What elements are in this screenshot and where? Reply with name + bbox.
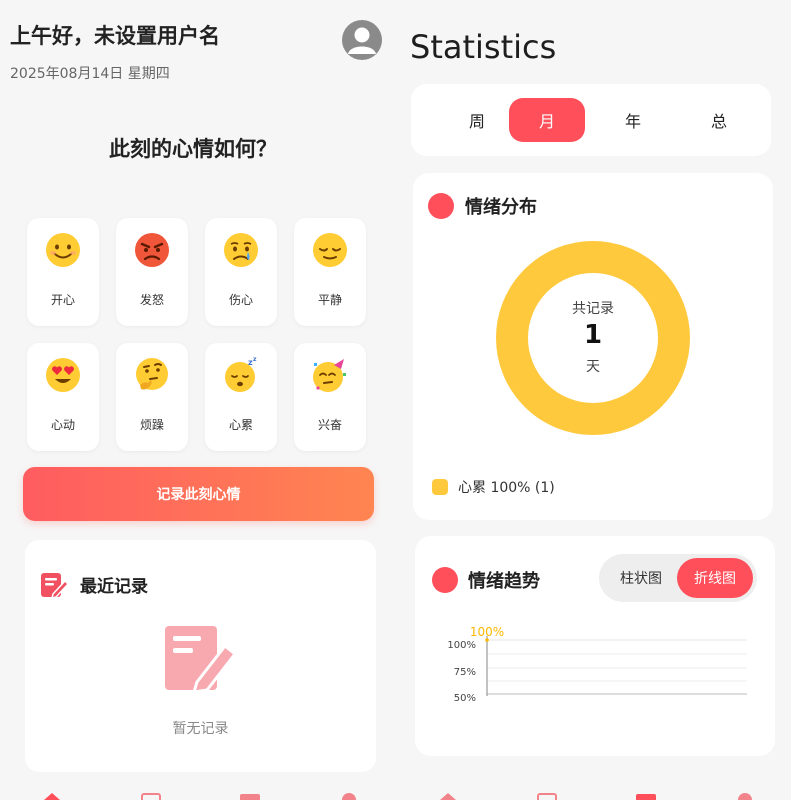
thinking-emoji-icon — [116, 355, 188, 399]
distribution-title: 情绪分布 — [465, 197, 537, 218]
bottom-nav — [0, 782, 396, 800]
sad-emoji-icon — [205, 230, 277, 274]
period-month-button[interactable]: 月 — [509, 98, 585, 142]
legend-swatch — [432, 479, 448, 495]
greeting-text: 上午好，未设置用户名 — [10, 24, 220, 48]
happy-emoji-icon — [27, 230, 99, 274]
trend-line-chart: 100% 75% 50% 100% — [447, 625, 747, 704]
note-edit-icon — [39, 570, 70, 604]
page-title: Statistics — [410, 28, 557, 66]
recent-records-title: 最近记录 — [80, 577, 148, 597]
mood-question: 此刻的心情如何？ — [109, 137, 277, 161]
y-tick-100: 100% — [447, 640, 476, 651]
settings-tab-icon[interactable] — [738, 793, 752, 800]
home-tab-icon[interactable] — [44, 793, 60, 800]
calendar-tab-icon[interactable] — [141, 793, 161, 800]
empty-notes-icon — [163, 624, 238, 698]
period-total-button[interactable]: 总 — [681, 98, 757, 142]
bottom-nav — [396, 782, 791, 800]
date-text: 2025年08月14日 星期四 — [10, 66, 170, 82]
recent-records-card: 最近记录 暂无记录 — [25, 540, 376, 772]
donut-center-unit: 天 — [586, 359, 600, 375]
donut-center-value: 1 — [583, 320, 603, 350]
mood-label: 烦躁 — [139, 418, 164, 432]
calendar-tab-icon[interactable] — [537, 793, 557, 800]
home-tab-icon[interactable] — [440, 793, 456, 800]
party-emoji-icon — [294, 355, 366, 399]
period-selector: 周 月 年 总 — [411, 84, 771, 156]
stats-tab-icon[interactable] — [240, 794, 260, 800]
angry-emoji-icon — [116, 230, 188, 274]
mood-label: 发怒 — [139, 293, 164, 307]
mood-label: 开心 — [50, 293, 75, 307]
mood-label: 伤心 — [228, 293, 253, 307]
mood-label: 心累 — [228, 418, 253, 432]
data-point-label: 100% — [470, 625, 504, 639]
heart-eyes-emoji-icon — [27, 355, 99, 399]
mood-option-sad[interactable]: 伤心 — [205, 218, 277, 326]
statistics-screen: Statistics 周 月 年 总 情绪分布 共记录 1 天 心累 100% … — [396, 0, 791, 800]
mood-option-happy[interactable]: 开心 — [27, 218, 99, 326]
legend-item: 心累 100% (1) — [432, 477, 555, 497]
section-dot-icon — [428, 193, 454, 219]
stats-tab-icon[interactable] — [636, 794, 656, 800]
mood-option-calm[interactable]: 平静 — [294, 218, 366, 326]
svg-text:z: z — [253, 356, 257, 363]
avatar[interactable] — [342, 20, 382, 60]
mood-label: 兴奋 — [317, 418, 342, 432]
calm-emoji-icon — [294, 230, 366, 274]
mood-option-tired[interactable]: z z 心累 — [205, 343, 277, 451]
mood-label: 平静 — [317, 293, 342, 307]
y-tick-50: 50% — [454, 693, 476, 704]
emotion-distribution-card: 情绪分布 共记录 1 天 心累 100% (1) — [413, 173, 773, 520]
record-mood-button[interactable]: 记录此刻心情 — [23, 467, 374, 521]
period-week-button[interactable]: 周 — [439, 98, 515, 142]
mood-label: 心动 — [50, 418, 75, 432]
user-icon — [348, 27, 376, 54]
empty-records-text: 暂无记录 — [172, 721, 229, 737]
mood-option-excited[interactable]: 兴奋 — [294, 343, 366, 451]
sleeping-emoji-icon: z z — [205, 355, 277, 399]
mood-option-crush[interactable]: 心动 — [27, 343, 99, 451]
y-tick-75: 75% — [454, 667, 476, 678]
emotion-trend-card: 情绪趋势 柱状图 折线图 100% 75% 50% 100% — [415, 536, 775, 756]
mood-option-irritated[interactable]: 烦躁 — [116, 343, 188, 451]
mood-option-angry[interactable]: 发怒 — [116, 218, 188, 326]
period-year-button[interactable]: 年 — [595, 98, 671, 142]
donut-center-label: 共记录 — [572, 301, 614, 317]
settings-tab-icon[interactable] — [342, 793, 356, 800]
home-screen: 上午好，未设置用户名 2025年08月14日 星期四 此刻的心情如何？ 开心 发… — [0, 0, 396, 800]
donut-center: 共记录 1 天 — [495, 240, 691, 436]
legend-label: 心累 100% (1) — [458, 480, 555, 496]
